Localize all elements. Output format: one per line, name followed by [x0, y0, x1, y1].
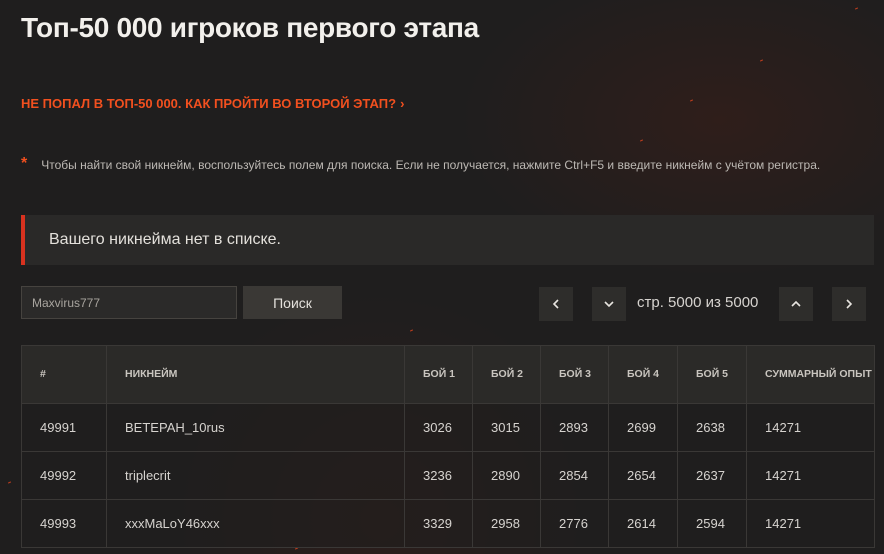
- page-title: Топ-50 000 игроков первого этапа: [21, 12, 479, 43]
- total-xp-cell: 14271: [746, 403, 875, 452]
- table-row: 49992 triplecrit 3236 2890 2854 2654 263…: [21, 451, 875, 500]
- ember-spark: [689, 99, 694, 102]
- chevron-right-icon: [846, 299, 853, 309]
- nickname-search-input[interactable]: [21, 286, 237, 319]
- search-hint-text: Чтобы найти свой никнейм, воспользуйтесь…: [41, 158, 821, 172]
- column-header-battle-1: БОЙ 1: [404, 345, 473, 404]
- battle-4-cell: 2699: [608, 403, 678, 452]
- total-xp-cell: 14271: [746, 451, 875, 500]
- column-header-battle-3: БОЙ 3: [540, 345, 609, 404]
- chevron-down-icon: [604, 301, 614, 308]
- column-header-battle-2: БОЙ 2: [472, 345, 541, 404]
- total-xp-cell: 14271: [746, 499, 875, 548]
- battle-5-cell: 2594: [677, 499, 747, 548]
- asterisk-marker: *: [21, 155, 28, 172]
- ember-spark: [759, 59, 764, 62]
- battle-1-cell: 3236: [404, 451, 473, 500]
- battle-3-cell: 2776: [540, 499, 609, 548]
- battle-3-cell: 2854: [540, 451, 609, 500]
- battle-3-cell: 2893: [540, 403, 609, 452]
- column-header-battle-5: БОЙ 5: [677, 345, 747, 404]
- nickname-cell: triplecrit: [106, 451, 405, 500]
- nickname-cell: ВЕТЕРАН_10rus: [106, 403, 405, 452]
- table-header-row: # НИКНЕЙМ БОЙ 1 БОЙ 2 БОЙ 3 БОЙ 4 БОЙ 5 …: [21, 345, 875, 404]
- battle-2-cell: 2958: [472, 499, 541, 548]
- battle-2-cell: 2890: [472, 451, 541, 500]
- rank-cell: 49991: [21, 403, 107, 452]
- column-header-total-xp: СУММАРНЫЙ ОПЫТ: [746, 345, 875, 404]
- column-header-rank: #: [21, 345, 107, 404]
- second-stage-link[interactable]: НЕ ПОПАЛ В ТОП-50 000. КАК ПРОЙТИ ВО ВТО…: [21, 96, 404, 111]
- page-up-button[interactable]: [779, 287, 813, 321]
- table-row: 49993 xxxMaLoY46xxx 3329 2958 2776 2614 …: [21, 499, 875, 548]
- second-stage-link-label: НЕ ПОПАЛ В ТОП-50 000. КАК ПРОЙТИ ВО ВТО…: [21, 96, 397, 111]
- not-found-alert: Вашего никнейма нет в списке.: [21, 215, 874, 265]
- battle-5-cell: 2637: [677, 451, 747, 500]
- next-page-button[interactable]: [832, 287, 866, 321]
- page-status: стр. 5000 из 5000: [637, 294, 759, 311]
- battle-1-cell: 3026: [404, 403, 473, 452]
- search-hint: * Чтобы найти свой никнейм, воспользуйте…: [21, 155, 821, 173]
- not-found-alert-text: Вашего никнейма нет в списке.: [49, 231, 281, 248]
- battle-1-cell: 3329: [404, 499, 473, 548]
- rank-cell: 49992: [21, 451, 107, 500]
- column-header-nickname: НИКНЕЙМ: [106, 345, 405, 404]
- chevron-up-icon: [791, 300, 801, 307]
- ember-spark: [639, 139, 644, 142]
- page-dropdown-button[interactable]: [592, 287, 626, 321]
- battle-4-cell: 2654: [608, 451, 678, 500]
- search-button[interactable]: Поиск: [243, 286, 342, 319]
- rating-table: # НИКНЕЙМ БОЙ 1 БОЙ 2 БОЙ 3 БОЙ 4 БОЙ 5 …: [21, 345, 875, 548]
- battle-4-cell: 2614: [608, 499, 678, 548]
- chevron-right-icon: ›: [400, 96, 405, 111]
- chevron-left-icon: [552, 299, 559, 309]
- ember-spark: [409, 329, 414, 332]
- table-row: 49991 ВЕТЕРАН_10rus 3026 3015 2893 2699 …: [21, 403, 875, 452]
- prev-page-button[interactable]: [539, 287, 573, 321]
- nickname-cell: xxxMaLoY46xxx: [106, 499, 405, 548]
- battle-2-cell: 3015: [472, 403, 541, 452]
- ember-spark: [7, 481, 12, 484]
- ember-spark: [854, 7, 859, 10]
- rank-cell: 49993: [21, 499, 107, 548]
- column-header-battle-4: БОЙ 4: [608, 345, 678, 404]
- battle-5-cell: 2638: [677, 403, 747, 452]
